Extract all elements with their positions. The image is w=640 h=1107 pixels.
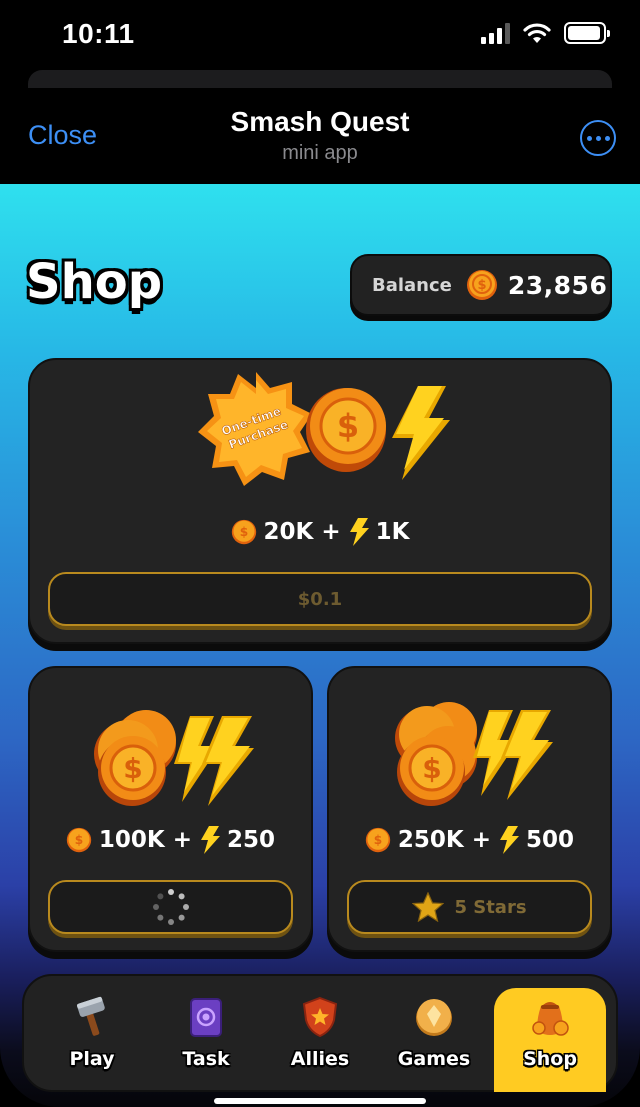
energy-amount: 500 [526, 827, 575, 853]
task-book-icon [190, 998, 222, 1037]
offer-amounts: $ 250K + 500 [329, 826, 610, 854]
nav-label: Play [69, 1048, 115, 1070]
lightning-bolt-icon [500, 826, 520, 854]
coin-gem-icon [416, 999, 452, 1036]
nav-label: Games [397, 1048, 471, 1070]
lightning-bolt-icon [392, 386, 450, 480]
plus-sign: + [172, 827, 193, 853]
lightning-bolt-icon [201, 826, 221, 854]
more-dot [604, 135, 610, 141]
balance-label: Balance [372, 274, 452, 296]
battery-icon [564, 22, 610, 44]
svg-text:$: $ [123, 752, 142, 785]
bottom-navigation: Play Task Allies Games Shop [22, 974, 618, 1092]
more-dot [595, 135, 601, 141]
energy-amount: 1K [375, 519, 410, 545]
offer-art: $ [395, 702, 553, 806]
coin-icon: $ [306, 388, 386, 472]
status-bar: 10:11 [0, 0, 640, 70]
balance-value: 23,856 [507, 270, 608, 300]
coin-stack-icon: $ [94, 710, 176, 806]
offer-card-100k: $ $ 100K + 250 [28, 666, 313, 952]
coin-amount: 100K [98, 827, 165, 853]
phone-screen: 10:11 Close Smash Quest mini app Shop Ba… [0, 0, 640, 1107]
sheet-background [28, 70, 612, 90]
offer-art: One-time Purchase $ [198, 372, 450, 486]
nav-item-games[interactable]: Games [378, 988, 490, 1092]
nav-item-play[interactable]: Play [36, 988, 148, 1092]
svg-text:$: $ [374, 833, 382, 847]
wifi-icon [523, 23, 551, 43]
nav-item-task[interactable]: Task [150, 988, 262, 1092]
offer-card-one-time: One-time Purchase $ $ 20K + 1K $0.1 [28, 358, 612, 644]
shop-page: Shop Balance $ 23,856 One-time Purchase [0, 184, 640, 1107]
offer-amounts: $ 20K + 1K [30, 518, 610, 546]
home-indicator [214, 1098, 426, 1104]
svg-text:$: $ [477, 278, 486, 293]
lightning-bolt-icon [349, 518, 369, 546]
shield-icon [302, 996, 338, 1038]
energy-amount: 250 [227, 827, 276, 853]
svg-text:$: $ [75, 833, 83, 847]
offer-amounts: $ 100K + 250 [30, 826, 311, 854]
cellular-signal-icon [481, 22, 510, 44]
more-options-button[interactable] [580, 120, 616, 156]
double-lightning-bolt-icon [473, 710, 553, 800]
coin-icon: $ [66, 827, 92, 853]
nav-item-shop[interactable]: Shop [494, 988, 606, 1092]
nav-label: Task [182, 1048, 230, 1070]
buy-with-stars-button[interactable]: 5 Stars [347, 880, 592, 934]
app-title: Smash Quest [230, 106, 410, 137]
loading-spinner-icon [152, 889, 189, 925]
mini-app-header: Close Smash Quest mini app [0, 88, 640, 184]
coin-icon: $ [231, 519, 256, 545]
balance-pill: Balance $ 23,856 [350, 254, 612, 316]
nav-item-allies[interactable]: Allies [264, 988, 376, 1092]
coin-bag-icon [532, 1002, 569, 1036]
plus-sign: + [471, 827, 492, 853]
offer-card-250k: $ $ 250K + 500 5 Stars [327, 666, 612, 952]
status-icons [481, 22, 610, 44]
buy-button-label: 5 Stars [454, 896, 527, 918]
status-time: 10:11 [62, 18, 135, 49]
app-subtitle: mini app [282, 142, 358, 164]
plus-sign: + [321, 519, 341, 545]
coin-icon: $ [365, 827, 391, 853]
nav-label: Shop [523, 1048, 577, 1070]
coin-amount: 250K [397, 827, 464, 853]
coin-stack-icon: $ [395, 702, 477, 806]
coin-icon: $ [466, 270, 497, 300]
coin-amount: 20K [263, 519, 314, 545]
page-title: Shop [26, 254, 163, 310]
svg-text:$: $ [239, 525, 247, 539]
double-lightning-bolt-icon [174, 716, 254, 806]
star-icon [412, 892, 445, 922]
svg-text:$: $ [337, 407, 359, 445]
hammer-icon [76, 996, 105, 1036]
buy-button[interactable]: $0.1 [48, 572, 592, 626]
nav-label: Allies [290, 1048, 350, 1070]
more-dot [586, 135, 592, 141]
offer-art: $ [94, 710, 254, 806]
svg-text:$: $ [422, 752, 441, 785]
buy-button-loading[interactable] [48, 880, 293, 934]
